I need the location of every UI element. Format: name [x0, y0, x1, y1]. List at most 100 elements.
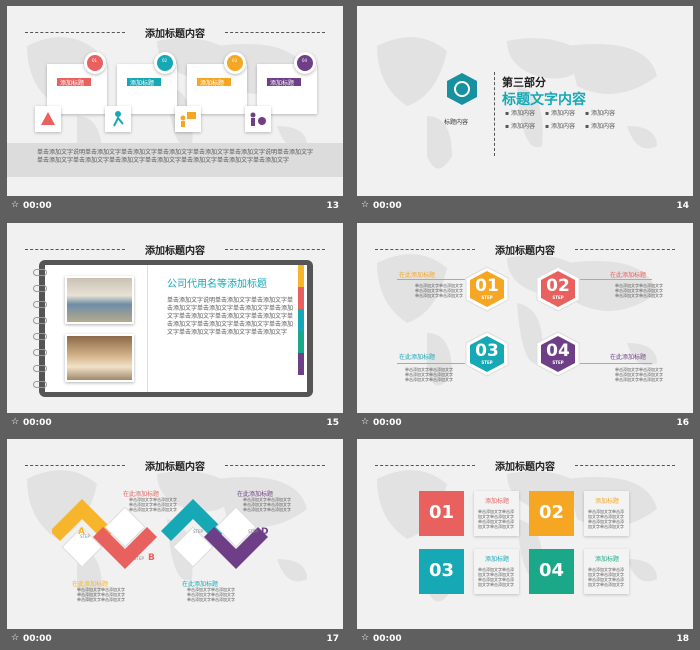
slide-header: 添加标题内容 [375, 459, 675, 473]
tab-teal [298, 309, 304, 331]
slide-header: 添加标题内容 [25, 459, 325, 473]
number-cube-04: 04 [529, 549, 574, 594]
slide-15-tile[interactable]: 添加标题内容 公司代用名等添加标题 单击添加文字说明单击添加文字单击添加文字单击… [7, 223, 343, 434]
time-label: 00:00 [373, 201, 402, 211]
step-desc: 单击添加文字单击添加文字单击添加文字单击添加文字单击添加文字单击添加文字 [615, 283, 663, 298]
slide-17-tile[interactable]: 添加标题内容 A B C D STEP STEP STEP STEP 在此添加标… [7, 439, 343, 650]
presenter-icon [175, 106, 201, 132]
star-icon: ☆ [11, 200, 20, 210]
card-label: 添加标题 [130, 80, 155, 87]
step-desc: 单击添加文字单击添加文字单击添加文字单击添加文字单击添加文字单击添加文字 [187, 587, 235, 602]
cube-desc: 单击添加文字单击添加文字单击添加文字单击添加文字单击添加文字单击添加文字 [588, 567, 624, 587]
label-bar: 添加标题 [57, 78, 91, 87]
time-label: 00:00 [373, 634, 402, 644]
slide-14[interactable]: 标题内容 第三部分 标题文字内容 ▪ 添加内容 ▪ 添加内容 ▪ 添加内容 ▪ … [357, 6, 693, 196]
step-number: 01 STEP [475, 276, 499, 300]
part-title: 第三部分 [502, 76, 546, 89]
step-caption: 在此添加标题 [399, 272, 436, 279]
slide-18-bar: ☆ 00:00 18 [357, 629, 693, 650]
slide-header: 添加标题内容 [375, 243, 675, 257]
tab-green [298, 331, 304, 353]
cube-desc: 单击添加文字单击添加文字单击添加文字单击添加文字单击添加文字单击添加文字 [478, 567, 514, 587]
slide-15[interactable]: 添加标题内容 公司代用名等添加标题 单击添加文字说明单击添加文字单击添加文字单击… [7, 223, 343, 413]
badge-label: 01 [92, 58, 98, 63]
star-icon: ☆ [361, 633, 370, 643]
slide-13-bar: ☆ 00:00 13 [7, 196, 343, 217]
star-icon: ☆ [11, 633, 20, 643]
badge-3 [224, 52, 246, 74]
label-bar: 添加标题 [197, 78, 231, 87]
divider [494, 72, 495, 156]
star-icon: ☆ [361, 200, 370, 210]
slide-number: 17 [326, 634, 339, 644]
label-bar: 添加标题 [127, 78, 161, 87]
number-cube-02: 02 [529, 491, 574, 536]
step-caption: 在此添加标题 [610, 354, 647, 361]
list-item: ▪ 添加内容 [545, 110, 575, 117]
people-icon [35, 106, 61, 132]
spiral-rings [33, 269, 47, 388]
runner-icon [105, 106, 131, 132]
slide-13[interactable]: 添加标题内容 01 02 03 04 添加标题 添加标题 添加标题 添加标题 单… [7, 6, 343, 196]
slide-18[interactable]: 添加标题内容 01 02 03 04 添加标题 添加标题 添加标题 添加标题 单… [357, 439, 693, 629]
badge-label: 02 [162, 58, 168, 63]
list-item: ▪ 添加内容 [545, 123, 575, 130]
page-divider [147, 265, 148, 392]
person-chart-icon [245, 106, 271, 132]
cube-label: 添加标题 [595, 498, 620, 505]
slide-header: 添加标题内容 [25, 243, 325, 257]
tab-yellow [298, 265, 304, 287]
badge-1 [84, 52, 106, 74]
cube-desc: 单击添加文字单击添加文字单击添加文字单击添加文字单击添加文字单击添加文字 [478, 509, 514, 529]
star-icon: ☆ [11, 417, 20, 427]
notebook-title: 公司代用名等添加标题 [167, 279, 267, 290]
cube-desc: 单击添加文字单击添加文字单击添加文字单击添加文字单击添加文字单击添加文字 [588, 509, 624, 529]
icon-caption: 标题内容 [444, 119, 469, 126]
card-label: 添加标题 [200, 80, 225, 87]
step-word: STEP [193, 529, 203, 534]
list-item: ▪ 添加内容 [585, 123, 615, 130]
card-label: 添加标题 [270, 80, 295, 87]
number-cube-01: 01 [419, 491, 464, 536]
tab-red [298, 287, 304, 309]
step-caption: 在此添加标题 [399, 354, 436, 361]
slide-15-bar: ☆ 00:00 15 [7, 413, 343, 434]
slide-17[interactable]: 添加标题内容 A B C D STEP STEP STEP STEP 在此添加标… [7, 439, 343, 629]
interior-photo-1 [65, 276, 134, 324]
time-label: 00:00 [23, 634, 52, 644]
step-word: STEP [248, 529, 258, 534]
slide-14-bar: ☆ 00:00 14 [357, 196, 693, 217]
slide-number: 16 [676, 418, 689, 428]
list-item: ▪ 添加内容 [505, 123, 535, 130]
connector-line [397, 279, 465, 280]
connector-line [580, 363, 652, 364]
slide-16-tile[interactable]: 添加标题内容 01 STEP 02 STEP 03 STEP 04 STEP 在此添加标… [357, 223, 693, 434]
connector-line [397, 363, 465, 364]
badge-2 [154, 52, 176, 74]
slide-17-bar: ☆ 00:00 17 [7, 629, 343, 650]
slide-18-tile[interactable]: 添加标题内容 01 02 03 04 添加标题 添加标题 添加标题 添加标题 单… [357, 439, 693, 650]
step-number: 03 STEP [475, 341, 499, 365]
step-word: STEP [134, 556, 144, 561]
slide-16[interactable]: 添加标题内容 01 STEP 02 STEP 03 STEP 04 STEP 在此添加标… [357, 223, 693, 413]
step-number: 04 STEP [546, 341, 570, 365]
cube-label: 添加标题 [485, 556, 510, 563]
step-desc: 单击添加文字单击添加文字单击添加文字单击添加文字单击添加文字单击添加文字 [129, 497, 177, 512]
slide-16-bar: ☆ 00:00 16 [357, 413, 693, 434]
cube-label: 添加标题 [595, 556, 620, 563]
list-item: ▪ 添加内容 [585, 110, 615, 117]
step-letter: C [206, 523, 213, 533]
step-desc: 单击添加文字单击添加文字单击添加文字单击添加文字单击添加文字单击添加文字 [77, 587, 125, 602]
badge-label: 03 [232, 58, 238, 63]
card-label: 添加标题 [60, 80, 85, 87]
tab-purple [298, 353, 304, 375]
step-caption: 在此添加标题 [610, 272, 647, 279]
notebook-paragraph: 单击添加文字说明单击添加文字单击添加文字单击添加文字单击添加文字单击添加文字单击… [167, 297, 294, 336]
slide-14-tile[interactable]: 标题内容 第三部分 标题文字内容 ▪ 添加内容 ▪ 添加内容 ▪ 添加内容 ▪ … [357, 6, 693, 217]
slide-13-tile[interactable]: 添加标题内容 01 02 03 04 添加标题 添加标题 添加标题 添加标题 单… [7, 6, 343, 217]
footer-paragraph: 单击添加文字说明单击添加文字单击添加文字单击添加文字单击添加文字单击添加文字说明… [37, 149, 314, 164]
cube-label: 添加标题 [485, 498, 510, 505]
slide-number: 18 [676, 634, 689, 644]
slide-title: 标题文字内容 [502, 92, 586, 108]
step-letter: D [261, 527, 269, 537]
